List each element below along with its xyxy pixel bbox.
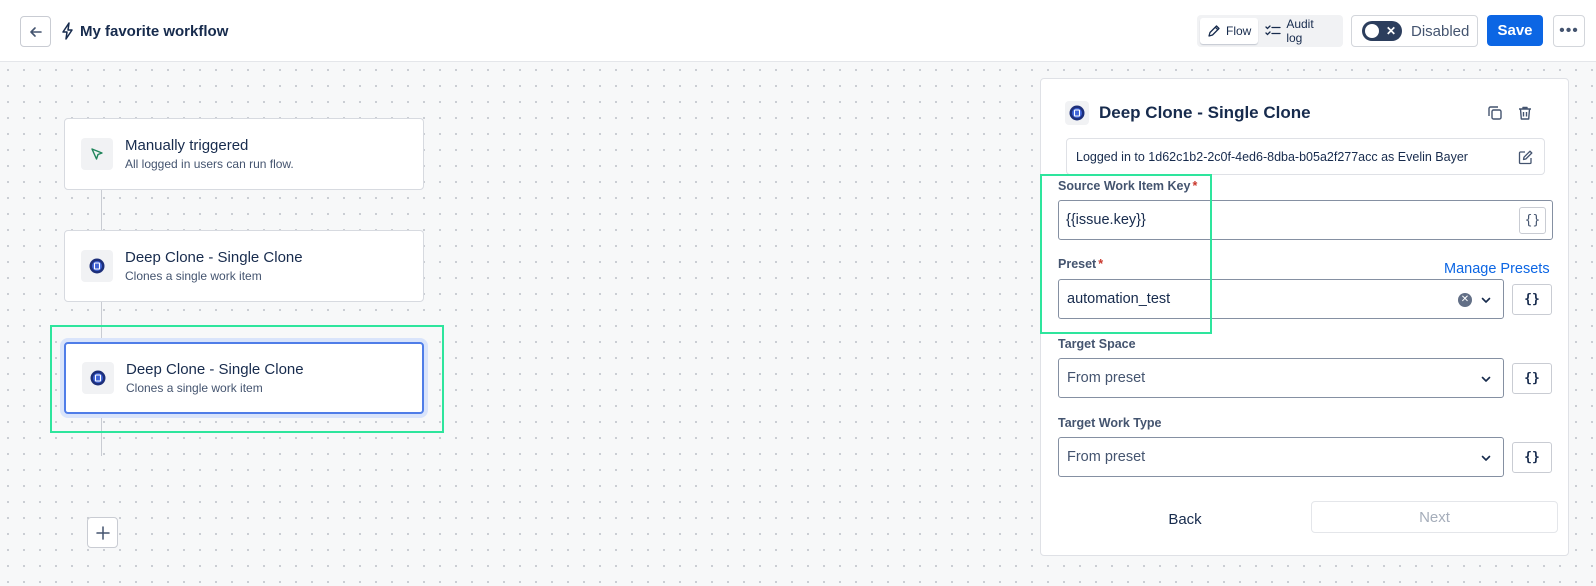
- target-work-type-smart-value-button[interactable]: {}: [1512, 442, 1552, 473]
- flow-node-deep-clone-selected[interactable]: Deep Clone - Single Clone Clones a singl…: [64, 342, 424, 414]
- target-work-type-label: Target Work Type: [1058, 416, 1162, 430]
- more-icon: •••: [1559, 22, 1579, 39]
- chevron-down-icon: [1481, 376, 1491, 382]
- panel-icon-box: [1065, 101, 1089, 125]
- top-bar: My favorite workflow Flow Audit log ✕ Di…: [0, 0, 1596, 62]
- connector-line: [101, 188, 102, 230]
- deep-clone-app-icon: [1069, 105, 1085, 121]
- preset-value: automation_test: [1067, 291, 1171, 307]
- workflow-title: My favorite workflow: [60, 20, 228, 42]
- node-icon-box: [81, 138, 113, 170]
- add-step-button[interactable]: [87, 517, 118, 548]
- step-config-panel: Deep Clone - Single Clone Logged in to 1…: [1040, 78, 1569, 556]
- required-marker: *: [1192, 179, 1198, 193]
- node-title: Deep Clone - Single Clone: [125, 248, 303, 266]
- clear-icon[interactable]: ✕: [1458, 293, 1472, 307]
- source-key-label-text: Source Work Item Key: [1058, 179, 1191, 193]
- edit-icon: [1208, 25, 1220, 37]
- lightning-icon: [62, 22, 73, 40]
- node-subtitle: All logged in users can run flow.: [125, 156, 294, 171]
- connector-line: [101, 408, 102, 456]
- panel-title: Deep Clone - Single Clone: [1099, 103, 1311, 122]
- tab-audit-log-label: Audit log: [1286, 17, 1314, 45]
- source-key-input[interactable]: {{issue.key}} {}: [1058, 200, 1553, 240]
- node-title: Manually triggered: [125, 136, 249, 154]
- target-space-select[interactable]: From preset: [1058, 358, 1504, 398]
- close-icon: ✕: [1385, 24, 1396, 38]
- preset-smart-value-button[interactable]: {}: [1512, 284, 1552, 315]
- checklist-icon: [1265, 25, 1281, 36]
- flow-node-trigger[interactable]: Manually triggered All logged in users c…: [64, 118, 424, 190]
- flow-node-deep-clone[interactable]: Deep Clone - Single Clone Clones a singl…: [64, 230, 424, 302]
- deep-clone-app-icon: [89, 258, 105, 274]
- toggle-label: Disabled: [1411, 22, 1470, 40]
- edit-icon: [1518, 150, 1532, 164]
- arrow-left-icon: [29, 26, 42, 37]
- smart-value-button[interactable]: {}: [1519, 207, 1546, 234]
- view-switcher: Flow Audit log: [1197, 15, 1343, 47]
- edit-login-button[interactable]: [1516, 148, 1534, 166]
- preset-label: Preset *: [1058, 257, 1103, 271]
- target-space-smart-value-button[interactable]: {}: [1512, 363, 1552, 394]
- source-key-value: {{issue.key}}: [1066, 212, 1146, 228]
- chevron-down-icon: [1481, 455, 1491, 461]
- source-key-label: Source Work Item Key *: [1058, 179, 1197, 193]
- preset-select[interactable]: automation_test ✕: [1058, 279, 1504, 319]
- panel-header: Deep Clone - Single Clone: [1065, 101, 1311, 125]
- chevron-down-icon: [1481, 297, 1491, 303]
- duplicate-button[interactable]: [1485, 103, 1505, 123]
- deep-clone-app-icon: [90, 370, 106, 386]
- node-icon-box: [82, 362, 114, 394]
- back-button[interactable]: [20, 16, 51, 47]
- connector-line: [101, 298, 102, 340]
- delete-button[interactable]: [1515, 103, 1535, 123]
- login-info: Logged in to 1d62c1b2-2c0f-4ed6-8dba-b05…: [1066, 138, 1545, 175]
- target-work-type-select[interactable]: From preset: [1058, 437, 1504, 477]
- tab-flow-label: Flow: [1226, 24, 1252, 38]
- node-icon-box: [81, 250, 113, 282]
- node-title: Deep Clone - Single Clone: [126, 360, 304, 378]
- tab-flow[interactable]: Flow: [1200, 18, 1259, 44]
- more-options-button[interactable]: •••: [1553, 15, 1585, 47]
- node-subtitle: Clones a single work item: [125, 268, 262, 283]
- preset-label-text: Preset: [1058, 257, 1097, 271]
- enable-toggle[interactable]: ✕ Disabled: [1351, 15, 1478, 47]
- tab-audit-log[interactable]: Audit log: [1258, 17, 1340, 45]
- toggle-knob: [1365, 24, 1379, 38]
- plus-icon: [95, 525, 110, 540]
- target-space-label: Target Space: [1058, 337, 1136, 351]
- target-space-value: From preset: [1067, 370, 1146, 386]
- next-step-button[interactable]: Next: [1311, 501, 1558, 533]
- copy-icon: [1488, 106, 1502, 120]
- cursor-click-icon: [91, 148, 103, 160]
- back-step-button[interactable]: Back: [1135, 504, 1235, 534]
- manage-presets-link[interactable]: Manage Presets: [1444, 261, 1550, 277]
- trash-icon: [1519, 106, 1531, 120]
- target-work-type-value: From preset: [1067, 449, 1146, 465]
- node-subtitle: Clones a single work item: [126, 380, 263, 395]
- required-marker: *: [1098, 257, 1104, 271]
- save-button[interactable]: Save: [1487, 15, 1543, 46]
- toggle-switch[interactable]: ✕: [1362, 21, 1402, 41]
- workflow-title-text: My favorite workflow: [80, 22, 229, 40]
- login-text: Logged in to 1d62c1b2-2c0f-4ed6-8dba-b05…: [1076, 149, 1468, 164]
